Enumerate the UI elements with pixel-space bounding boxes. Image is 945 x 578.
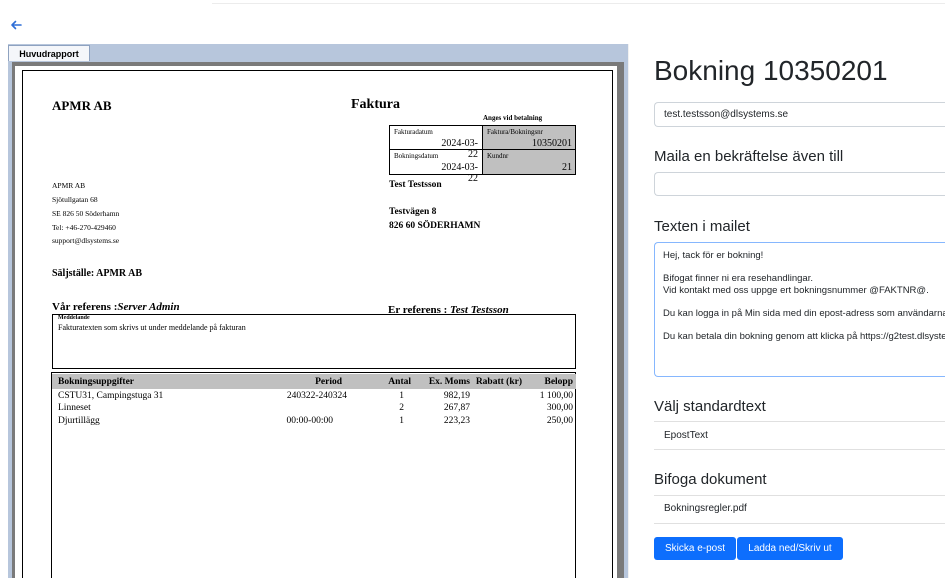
mail-body-line	[663, 296, 945, 308]
table-row-3-period: 00:00-00:00	[286, 416, 333, 426]
recipient-city: 826 60 SÖDERHAMN	[389, 221, 481, 231]
mail-body-line: Du kan logga in på Min sida med din epos…	[663, 307, 945, 319]
th-ex-moms: Ex. Moms	[428, 377, 470, 387]
our-ref-label: Vår referens :	[52, 301, 118, 313]
table-row-3-exmoms: 223,23	[443, 416, 470, 426]
tab-huvudrapport[interactable]: Huvudrapport	[8, 45, 90, 61]
invoice-no: 10350201	[532, 138, 572, 149]
table-row-3-qty: 1	[399, 416, 404, 426]
our-reference: Vår referens :Server Admin	[52, 301, 180, 313]
page-title: Bokning 10350201	[654, 55, 888, 86]
message-text: Fakturatexten som skrivs ut under meddel…	[58, 323, 246, 332]
table-row-1-exmoms: 982,19	[443, 391, 470, 401]
mail-body-line: Du kan betala din bokning genom att klic…	[663, 330, 945, 342]
customer-no: 21	[562, 162, 572, 173]
th-period: Period	[315, 377, 342, 387]
booking-table	[51, 372, 576, 578]
mail-body-line	[663, 319, 945, 331]
recipient-street: Testvägen 8	[389, 207, 437, 217]
table-row-2-amount: 300,00	[546, 403, 573, 413]
mail-body-textarea[interactable]: Hej, tack för er bokning! Bifogat finner…	[654, 242, 945, 377]
table-row-1-amount: 1 100,00	[539, 391, 573, 401]
message-label: Meddelande	[58, 315, 90, 321]
sender-city: SE 826 50 Söderhamn	[52, 209, 120, 218]
panel-divider	[628, 44, 629, 578]
table-row-2-qty: 2	[399, 403, 404, 413]
table-row-1-qty: 1	[399, 391, 404, 401]
cc-label: Maila en bekräftelse även till	[654, 148, 844, 165]
company-name: APMR AB	[52, 98, 112, 113]
attach-separator-top	[654, 495, 945, 496]
mail-body-line: Vid kontakt med oss uppge ert bokningsnu…	[663, 284, 929, 296]
mail-body-line	[663, 262, 945, 274]
info-box-divider-h	[389, 149, 576, 150]
info-box-divider-v	[482, 125, 483, 175]
send-email-button[interactable]: Skicka e-post	[654, 537, 736, 560]
th-bokningsuppgifter: Bokningsuppgifter	[58, 377, 135, 387]
attach-label: Bifoga dokument	[654, 471, 767, 488]
arrow-left-icon	[11, 20, 22, 30]
th-belopp: Belopp	[544, 377, 573, 387]
table-row-3-amount: 250,00	[546, 416, 573, 426]
sender-email: support@dlsystems.se	[52, 236, 120, 245]
th-rabatt: Rabatt (kr)	[475, 377, 522, 387]
body-label: Texten i mailet	[654, 218, 750, 235]
mail-body-line: Bifogat finner ni era resehandlingar.	[663, 273, 813, 284]
table-row-3-desc: Djurtillägg	[58, 416, 100, 426]
download-print-button[interactable]: Ladda ned/Skriv ut	[737, 537, 843, 560]
booking-date-label: Bokningsdatum	[394, 152, 439, 160]
customer-no-label: Kundnr	[487, 152, 509, 160]
template-separator-top	[654, 421, 945, 422]
cc-email-field[interactable]	[654, 172, 945, 196]
invoice-date-label: Fakturadatum	[394, 128, 433, 136]
invoice-no-label: Faktura/Bokningsnr	[487, 128, 543, 136]
payment-note: Anges vid betalning	[483, 114, 543, 122]
doc-title: Faktura	[351, 97, 400, 112]
our-ref-value: Server Admin	[117, 301, 180, 313]
attachment-item[interactable]: Bokningsregler.pdf	[664, 503, 747, 514]
sales-point: Säljställe: APMR AB	[52, 268, 142, 279]
top-divider	[212, 3, 945, 4]
table-row-1-desc: CSTU31, Campingstuga 31	[58, 391, 164, 401]
sender-street: Sjötullgatan 68	[52, 195, 98, 204]
attach-separator-bottom	[654, 523, 945, 524]
table-row-2-desc: Linneset	[58, 403, 91, 413]
mail-body-line: Hej, tack för er bokning!	[663, 250, 764, 261]
template-label: Välj standardtext	[654, 398, 766, 415]
table-row-2-exmoms: 267,87	[443, 403, 470, 413]
th-antal: Antal	[388, 377, 411, 387]
table-row-1-period: 240322-240324	[286, 391, 347, 401]
invoice-date: 2024-03-22	[441, 138, 478, 160]
sender-phone: Tel: +46-270-429460	[52, 223, 116, 232]
template-separator-bottom	[654, 449, 945, 450]
back-button[interactable]	[8, 16, 26, 34]
template-select[interactable]: EpostText	[664, 430, 708, 441]
email-field[interactable]: test.testsson@dlsystems.se	[654, 102, 945, 127]
recipient-name: Test Testsson	[389, 180, 442, 190]
sender-name: APMR AB	[52, 181, 86, 190]
